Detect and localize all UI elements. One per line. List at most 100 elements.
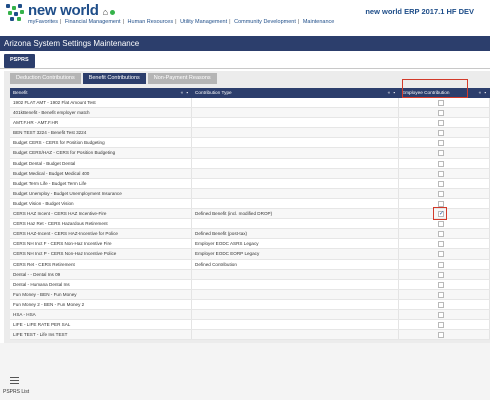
cell-contribution-type[interactable] xyxy=(192,330,399,340)
table-row[interactable]: Budget Unemploy - Budget Unemployment In… xyxy=(10,188,490,199)
tab-deduction-contributions[interactable]: Deduction Contributions xyxy=(10,73,81,84)
tab-non-payment-reasons[interactable]: Non-Payment Reasons xyxy=(147,73,217,84)
nav-financial-management[interactable]: Financial Management xyxy=(65,19,121,25)
nav-maintenance[interactable]: Maintenance xyxy=(303,19,335,25)
employee-contribution-checkbox[interactable] xyxy=(438,241,444,248)
divider xyxy=(0,68,490,69)
table-row[interactable]: CERS Haz Ret - CERS Hazardous Retirement xyxy=(10,219,490,230)
table-row[interactable]: Dental - Humana Dental Ins xyxy=(10,279,490,290)
table-row[interactable]: Budget Dental - Budget Dental xyxy=(10,158,490,169)
home-icon[interactable]: ⌂ xyxy=(103,7,108,17)
nav-human-resources[interactable]: Human Resources xyxy=(128,19,174,25)
cell-contribution-type[interactable]: Employer EODC ASRS Legacy xyxy=(192,239,399,249)
nav-utility-management[interactable]: Utility Management xyxy=(180,19,227,25)
cell-contribution-type[interactable] xyxy=(192,269,399,279)
column-header-benefit[interactable]: Benefit « ▪ xyxy=(10,88,192,98)
employee-contribution-checkbox[interactable] xyxy=(438,261,444,268)
employee-contribution-checkbox[interactable] xyxy=(438,170,444,177)
cell-contribution-type[interactable] xyxy=(192,198,399,209)
table-row[interactable]: CERS Ret - CERS Retirement Defined Contri… xyxy=(10,259,490,270)
table-row[interactable]: LIFE - LIFE RATE PER SAL xyxy=(10,320,490,331)
cell-contribution-type[interactable] xyxy=(192,178,399,188)
cell-contribution-type[interactable] xyxy=(192,168,399,178)
table-row[interactable]: CERS HAZ Incent - CERS HAZ Incentive-Fir… xyxy=(10,209,490,220)
cell-benefit: LIFE - LIFE RATE PER SAL xyxy=(10,320,192,330)
cell-contribution-type[interactable] xyxy=(192,299,399,309)
employee-contribution-checkbox[interactable] xyxy=(438,160,444,167)
cell-contribution-type[interactable]: Defined Contribution xyxy=(192,259,399,269)
table-row[interactable]: Budget CERS/HAZ - CERS for Position Budg… xyxy=(10,148,490,159)
table-row[interactable]: Budget Vision - Budget Vision xyxy=(10,198,490,210)
footer-list-label[interactable]: PSPRS List xyxy=(3,389,29,395)
employee-contribution-checkbox[interactable] xyxy=(438,281,444,288)
cell-contribution-type[interactable] xyxy=(192,279,399,289)
table-row[interactable]: 1902 FLAT AMT - 1902 Flat Amount Test xyxy=(10,98,490,109)
table-row[interactable]: Budget Term Life - Budget Term Life xyxy=(10,178,490,189)
column-menu-icon[interactable]: « ▪ xyxy=(181,88,189,98)
cell-contribution-type[interactable] xyxy=(192,289,399,299)
cell-contribution-type[interactable] xyxy=(192,219,399,229)
table-row[interactable]: BEN TEST 3224 - Benefit Test 3224 xyxy=(10,128,490,139)
cell-contribution-type[interactable] xyxy=(192,188,399,198)
table-row[interactable]: CERS HAZ-Incent - CERS HAZ-Incentive for… xyxy=(10,229,490,240)
table-row[interactable]: Dental - - Dental Ins 09 xyxy=(10,269,490,280)
cell-contribution-type[interactable] xyxy=(192,98,399,108)
employee-contribution-checkbox[interactable] xyxy=(438,190,444,197)
employee-contribution-checkbox[interactable] xyxy=(438,180,444,187)
table-row[interactable]: AMT.F.HR - AMT.F.HR xyxy=(10,118,490,129)
table-row[interactable]: LIFE TEST - Life Ins TEST xyxy=(10,330,490,341)
employee-contribution-checkbox[interactable] xyxy=(438,271,444,278)
table-row[interactable]: HSA - HSA xyxy=(10,309,490,321)
table-row[interactable]: CERS NH Inct F - CERS Non-Haz Incentive … xyxy=(10,239,490,250)
employee-contribution-checkbox[interactable] xyxy=(438,140,444,147)
cell-contribution-type[interactable] xyxy=(192,138,399,148)
list-icon[interactable] xyxy=(10,377,19,385)
nav-favorites[interactable]: myFavorites xyxy=(28,19,58,25)
employee-contribution-checkbox[interactable] xyxy=(438,301,444,308)
employee-contribution-checkbox[interactable] xyxy=(438,311,444,318)
table-row[interactable]: Fun Money - BEN - Fun Money xyxy=(10,289,490,300)
employee-contribution-checkbox[interactable] xyxy=(438,150,444,157)
column-menu-icon[interactable]: « ▪ xyxy=(388,88,396,98)
table-row[interactable]: Fun Money 2 - BEN - Fun Money 2 xyxy=(10,299,490,310)
employee-contribution-checkbox[interactable] xyxy=(438,110,444,117)
table-row[interactable]: 401kBenefit - Benefit employer match xyxy=(10,108,490,119)
employee-contribution-checkbox[interactable] xyxy=(438,221,444,228)
brand-name[interactable]: new world xyxy=(28,3,99,18)
table-row[interactable]: Budget Medical - Budget Medical 400 xyxy=(10,168,490,179)
employee-contribution-checkbox[interactable] xyxy=(438,291,444,298)
employee-contribution-checkbox[interactable] xyxy=(438,130,444,137)
employee-contribution-checkbox[interactable] xyxy=(438,322,444,329)
tab-psprs[interactable]: PSPRS xyxy=(4,54,35,68)
table-row[interactable]: Budget CERS - CERS for Position Budgetin… xyxy=(10,138,490,149)
cell-contribution-type[interactable]: Defined Benefit (incl. modified DROP) xyxy=(192,209,399,219)
cell-contribution-type[interactable] xyxy=(192,309,399,320)
column-header-employee-contribution[interactable]: Employee Contribution « ▪ xyxy=(399,88,490,98)
employee-contribution-checkbox[interactable] xyxy=(438,200,444,207)
cell-employee-contribution xyxy=(399,299,490,309)
employee-contribution-checkbox[interactable] xyxy=(438,100,444,106)
tab-benefit-contributions[interactable]: Benefit Contributions xyxy=(82,73,146,84)
cell-contribution-type[interactable]: Employer EODC EORP Legacy xyxy=(192,249,399,259)
cell-contribution-type[interactable] xyxy=(192,158,399,168)
subtab-bar: Deduction Contributions Benefit Contribu… xyxy=(10,73,217,84)
cell-benefit: BEN TEST 3224 - Benefit Test 3224 xyxy=(10,128,192,138)
cell-contribution-type[interactable] xyxy=(192,108,399,118)
nav-community-development[interactable]: Community Development xyxy=(234,19,296,25)
employee-contribution-checkbox[interactable] xyxy=(438,209,444,218)
cell-contribution-type[interactable] xyxy=(192,128,399,138)
cell-contribution-type[interactable] xyxy=(192,118,399,128)
column-menu-icon[interactable]: « ▪ xyxy=(479,88,487,98)
column-header-contribution-type[interactable]: Contribution Type « ▪ xyxy=(192,88,399,98)
cell-contribution-type[interactable] xyxy=(192,320,399,330)
table-row[interactable]: CERS NH Inct P - CERS Non-Haz Incentive … xyxy=(10,249,490,260)
cell-contribution-type[interactable]: Defined Benefit (post-tax) xyxy=(192,229,399,239)
cell-employee-contribution xyxy=(399,219,490,229)
cell-benefit: Budget CERS/HAZ - CERS for Position Budg… xyxy=(10,148,192,158)
cell-benefit: Fun Money 2 - BEN - Fun Money 2 xyxy=(10,299,192,309)
employee-contribution-checkbox[interactable] xyxy=(438,332,444,339)
employee-contribution-checkbox[interactable] xyxy=(438,120,444,127)
cell-contribution-type[interactable] xyxy=(192,148,399,158)
employee-contribution-checkbox[interactable] xyxy=(438,251,444,258)
employee-contribution-checkbox[interactable] xyxy=(438,231,444,238)
